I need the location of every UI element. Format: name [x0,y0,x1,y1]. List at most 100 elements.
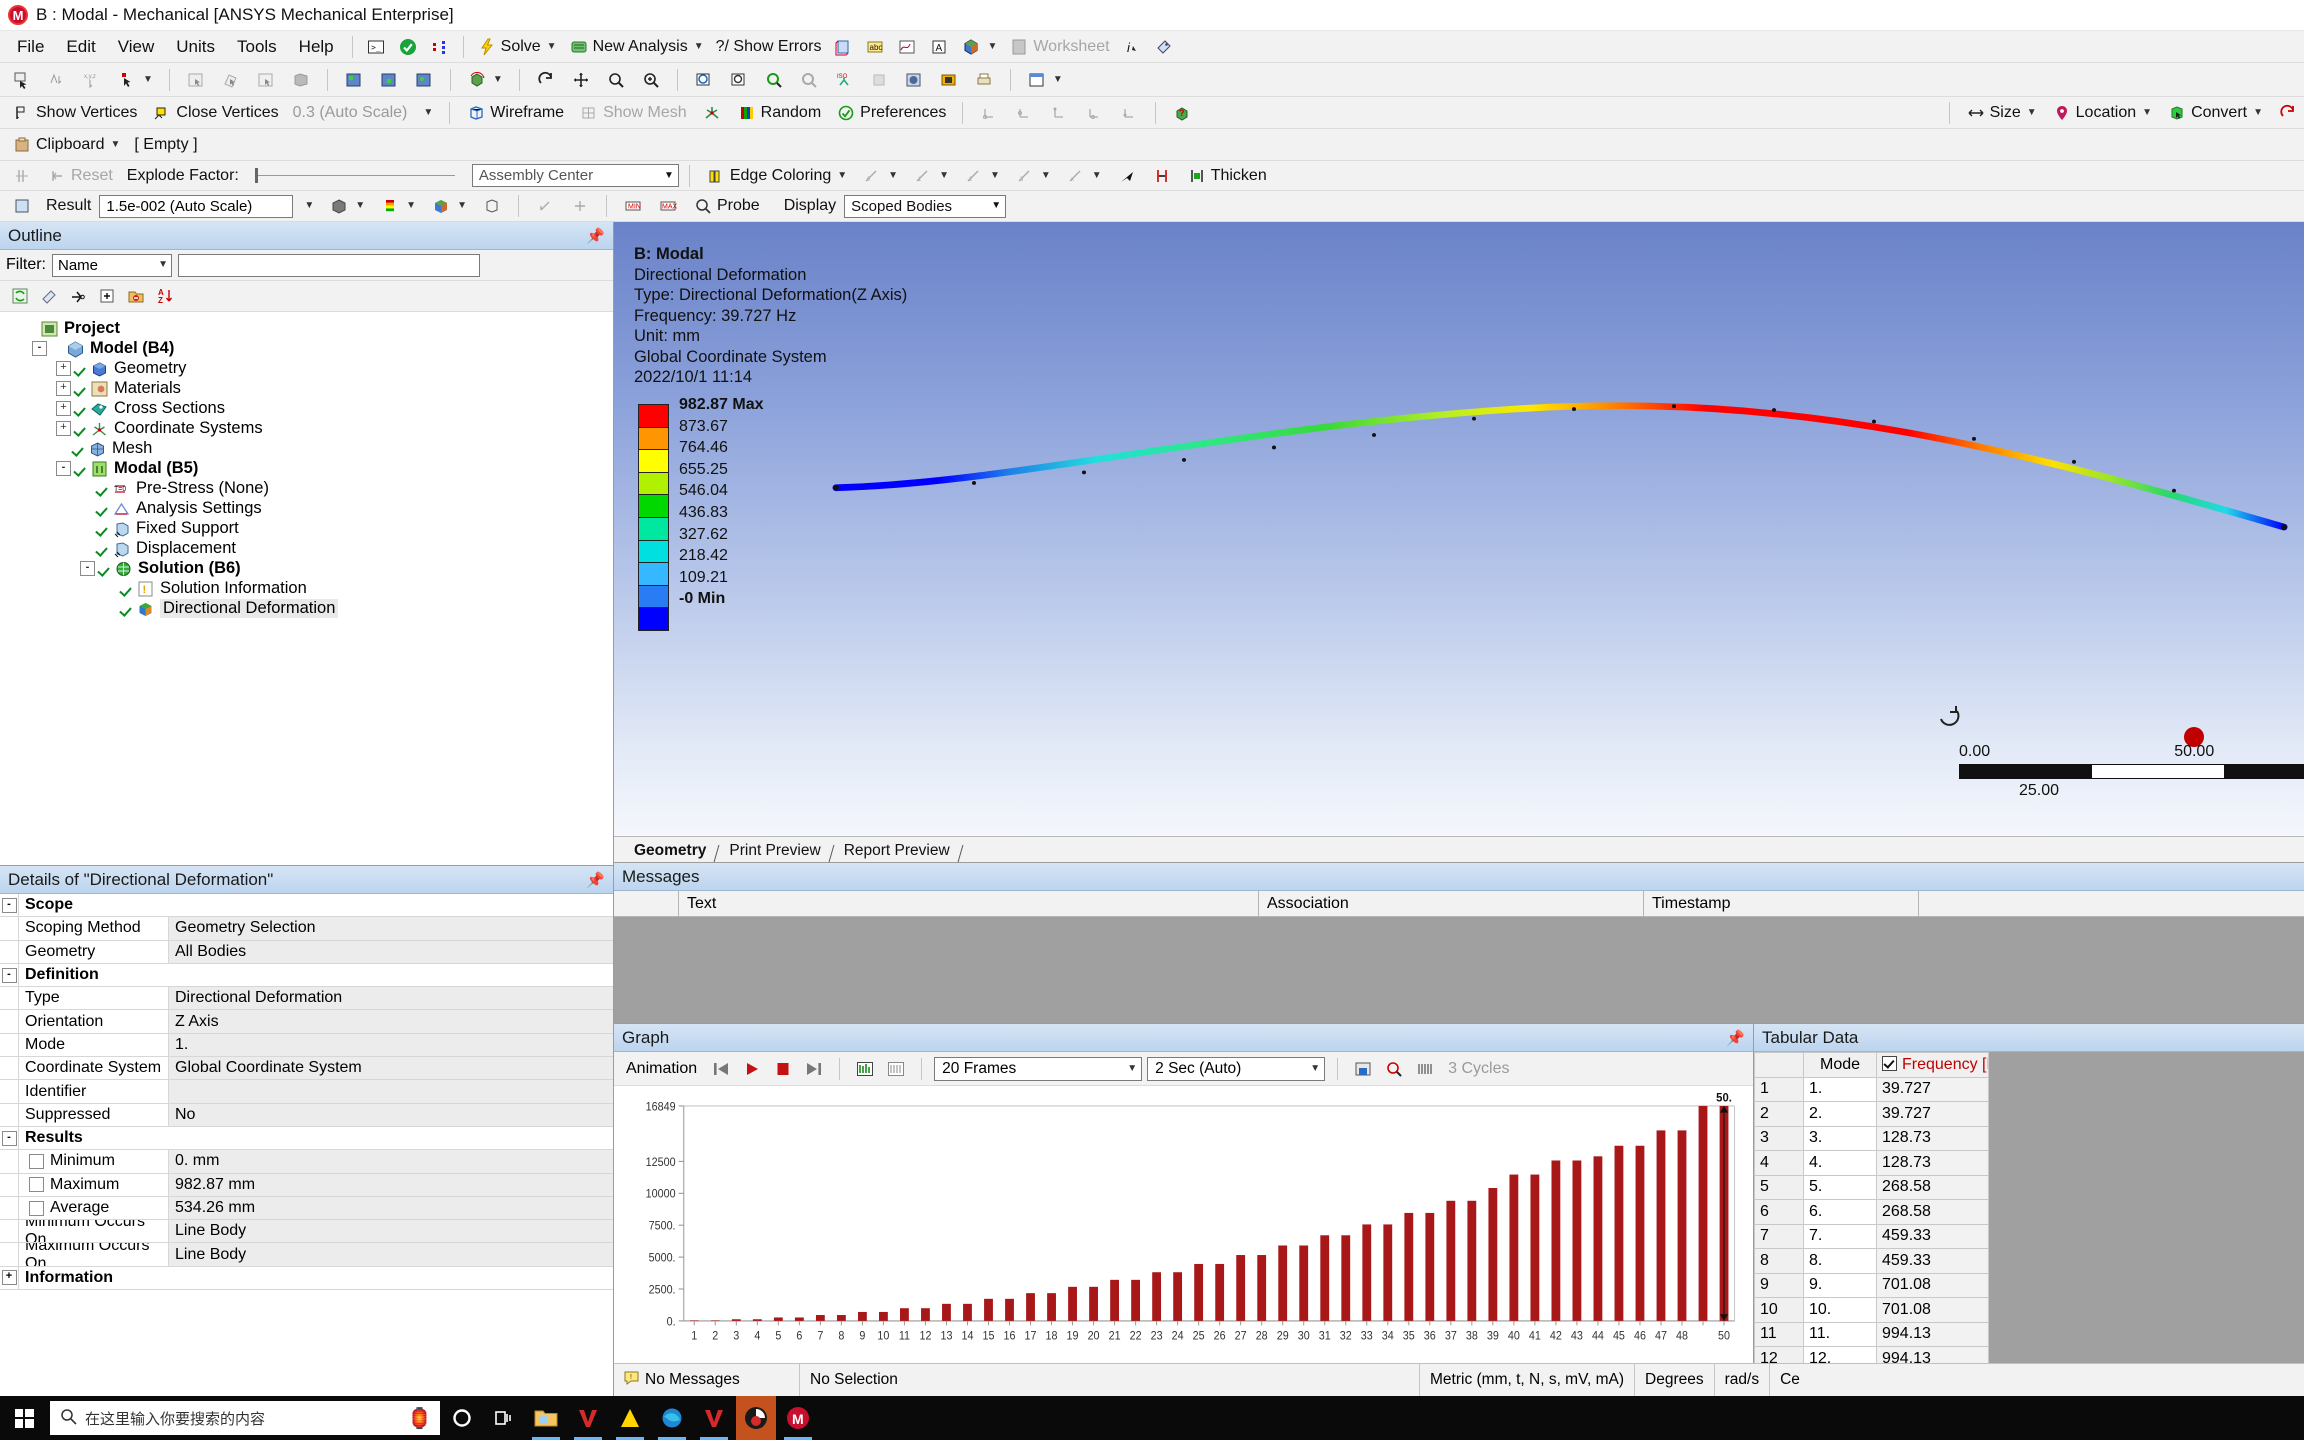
animation-prev-button[interactable] [708,1057,734,1081]
probe-pin-icon[interactable] [529,193,561,219]
tree-item-fixed-support[interactable]: Fixed Support [0,518,613,538]
convert-caret-icon[interactable]: ▼ [2253,107,2263,118]
duration-select[interactable]: 2 Sec (Auto) ▼ [1147,1056,1326,1081]
pointer-mode-icon[interactable]: ▼ [111,67,159,93]
cell-frequency[interactable]: 128.73 [1876,1150,1989,1176]
tag-icon[interactable] [1148,34,1180,60]
clipboard-button[interactable]: Clipboard ▼ [6,132,126,158]
fit-icon[interactable] [723,67,755,93]
refresh-red-icon[interactable] [2272,100,2304,126]
random-button[interactable]: Random [731,100,827,126]
details-property-row[interactable]: Suppressed No [0,1103,613,1127]
folder-filter-icon[interactable] [126,286,146,306]
box-zoom-icon[interactable] [688,67,720,93]
details-property-row[interactable]: Coordinate System Global Coordinate Syste… [0,1057,613,1081]
details-property-row[interactable]: Maximum 982.87 mm [0,1173,613,1197]
check-icon[interactable] [392,34,424,60]
new-analysis-caret-icon[interactable]: ▼ [694,41,704,52]
color-axes-icon[interactable] [696,100,728,126]
show-errors-button[interactable]: ?/ Show Errors [710,35,828,59]
messages-col-timestamp[interactable]: Timestamp [1644,891,1919,916]
details-property-value[interactable]: 0. mm [169,1150,613,1173]
result-view-icon[interactable]: ▼ [955,34,1003,60]
th-frequency[interactable]: Frequency [Hz] [1876,1052,1989,1078]
size-caret-icon[interactable]: ▼ [2027,107,2037,118]
table-row[interactable]: 11 11. 994.13 [1754,1321,1989,1347]
details-property-row[interactable]: Mode 1. [0,1033,613,1058]
tree-item-directional-deformation[interactable]: Directional Deformation [0,598,613,618]
details-property-value[interactable]: Global Coordinate System [169,1057,613,1080]
details-group-row[interactable]: - Definition [0,963,613,988]
details-checkbox[interactable] [29,1200,44,1216]
outline-pin-icon[interactable]: 📌 [586,227,613,245]
size-button[interactable]: Size ▼ [1960,100,2043,126]
th-mode[interactable]: Mode [1803,1052,1877,1078]
points-icon[interactable] [424,34,456,60]
app-yellow-icon[interactable] [610,1396,650,1440]
table-row[interactable]: 3 3. 128.73 [1754,1125,1989,1151]
graph-bars-button[interactable] [1412,1057,1438,1081]
result-scale-value[interactable]: 1.5e-002 (Auto Scale) [99,194,294,218]
details-group-row[interactable]: - Scope [0,894,613,918]
cell-mode[interactable]: 11. [1803,1321,1877,1347]
details-property-row[interactable]: Type Directional Deformation [0,987,613,1011]
animation-next-button[interactable] [801,1057,827,1081]
edge-thickness-1-icon[interactable]: 1 ▼ [907,163,955,189]
rotate-tool-icon[interactable] [530,67,562,93]
cell-mode[interactable]: 9. [1803,1272,1877,1298]
status-messages[interactable]: ! No Messages [614,1364,800,1396]
messages-col-text[interactable]: Text [679,891,1259,916]
viewport-tab-print-preview[interactable]: Print Preview [717,840,830,862]
new-analysis-button[interactable]: New Analysis ▼ [563,34,710,60]
xyz-icon[interactable]: x,y,z [76,67,108,93]
zoom-prev-icon[interactable] [793,67,825,93]
viewport-tab-geometry[interactable]: Geometry [622,840,716,862]
location-button[interactable]: Location ▼ [2046,100,2158,126]
details-property-row[interactable]: Maximum Occurs On Line Body [0,1243,613,1267]
outline-tree[interactable]: Project - Model (B4) + Geometry + Materials + Cr… [0,312,613,865]
abc-icon[interactable]: abc [859,34,891,60]
cell-mode[interactable]: 5. [1803,1174,1877,1200]
frequency-bar-chart[interactable]: 16849 12500 10000 7500. 5000. 2500. 0. 1 2 3 4 5 6 7 8… [614,1086,1753,1363]
table-row[interactable]: 1 1. 39.727 [1754,1076,1989,1102]
details-property-value[interactable]: No [169,1103,613,1126]
contour-bands-icon[interactable]: ▼ [374,193,422,219]
edge-coloring-caret-icon[interactable]: ▼ [837,170,847,181]
info-icon[interactable]: i [1116,34,1148,60]
zoom-to-fit-icon[interactable] [758,67,790,93]
result-toggle-icon[interactable] [6,193,38,219]
table-row[interactable]: 9 9. 701.08 [1754,1272,1989,1298]
details-property-row[interactable]: Average 534.26 mm [0,1196,613,1221]
tree-item-coordinate-systems[interactable]: + Coordinate Systems [0,418,613,438]
tree-expander[interactable]: - [32,340,47,356]
details-property-value[interactable]: Line Body [169,1243,613,1266]
table-row[interactable]: 2 2. 39.727 [1754,1101,1989,1127]
details-property-row[interactable]: Orientation Z Axis [0,1010,613,1034]
tabular-scroll[interactable]: Mode Frequency [Hz] 11.39.72722.39.72733… [1754,1052,2304,1363]
location-caret-icon[interactable]: ▼ [2142,107,2152,118]
table-row[interactable]: 10 10. 701.08 [1754,1297,1989,1323]
table-row[interactable]: 8 8. 459.33 [1754,1248,1989,1274]
display-select[interactable]: Scoped Bodies ▼ [844,194,1007,218]
tree-item-model-b4[interactable]: - Model (B4) [0,338,613,358]
clipboard-caret-icon[interactable]: ▼ [110,139,120,150]
details-group-expander[interactable]: + [0,1266,19,1290]
view-face-icon[interactable] [863,67,895,93]
task-view-icon[interactable] [484,1396,524,1440]
cell-mode[interactable]: 6. [1803,1199,1877,1225]
select-face-icon[interactable] [250,67,282,93]
status-temperature[interactable]: Ce [1770,1364,1810,1396]
tree-expander[interactable]: - [56,460,71,476]
details-property-value[interactable]: Line Body [169,1220,613,1243]
tree-item-mesh[interactable]: Mesh [0,438,613,458]
window-layout-icon[interactable]: ▼ [1021,67,1069,93]
explode-factor-slider[interactable] [254,168,455,183]
select-solid-icon[interactable] [285,67,317,93]
mechanical-taskbar-icon[interactable]: M [778,1396,818,1440]
pointer-caret-icon[interactable]: ▼ [143,74,153,85]
rotate-caret-icon[interactable]: ▼ [493,74,503,85]
cell-mode[interactable]: 4. [1803,1150,1877,1176]
select-edge-icon[interactable] [215,67,247,93]
details-property-value[interactable]: 982.87 mm [169,1173,613,1196]
export-video-button[interactable] [1350,1057,1376,1081]
